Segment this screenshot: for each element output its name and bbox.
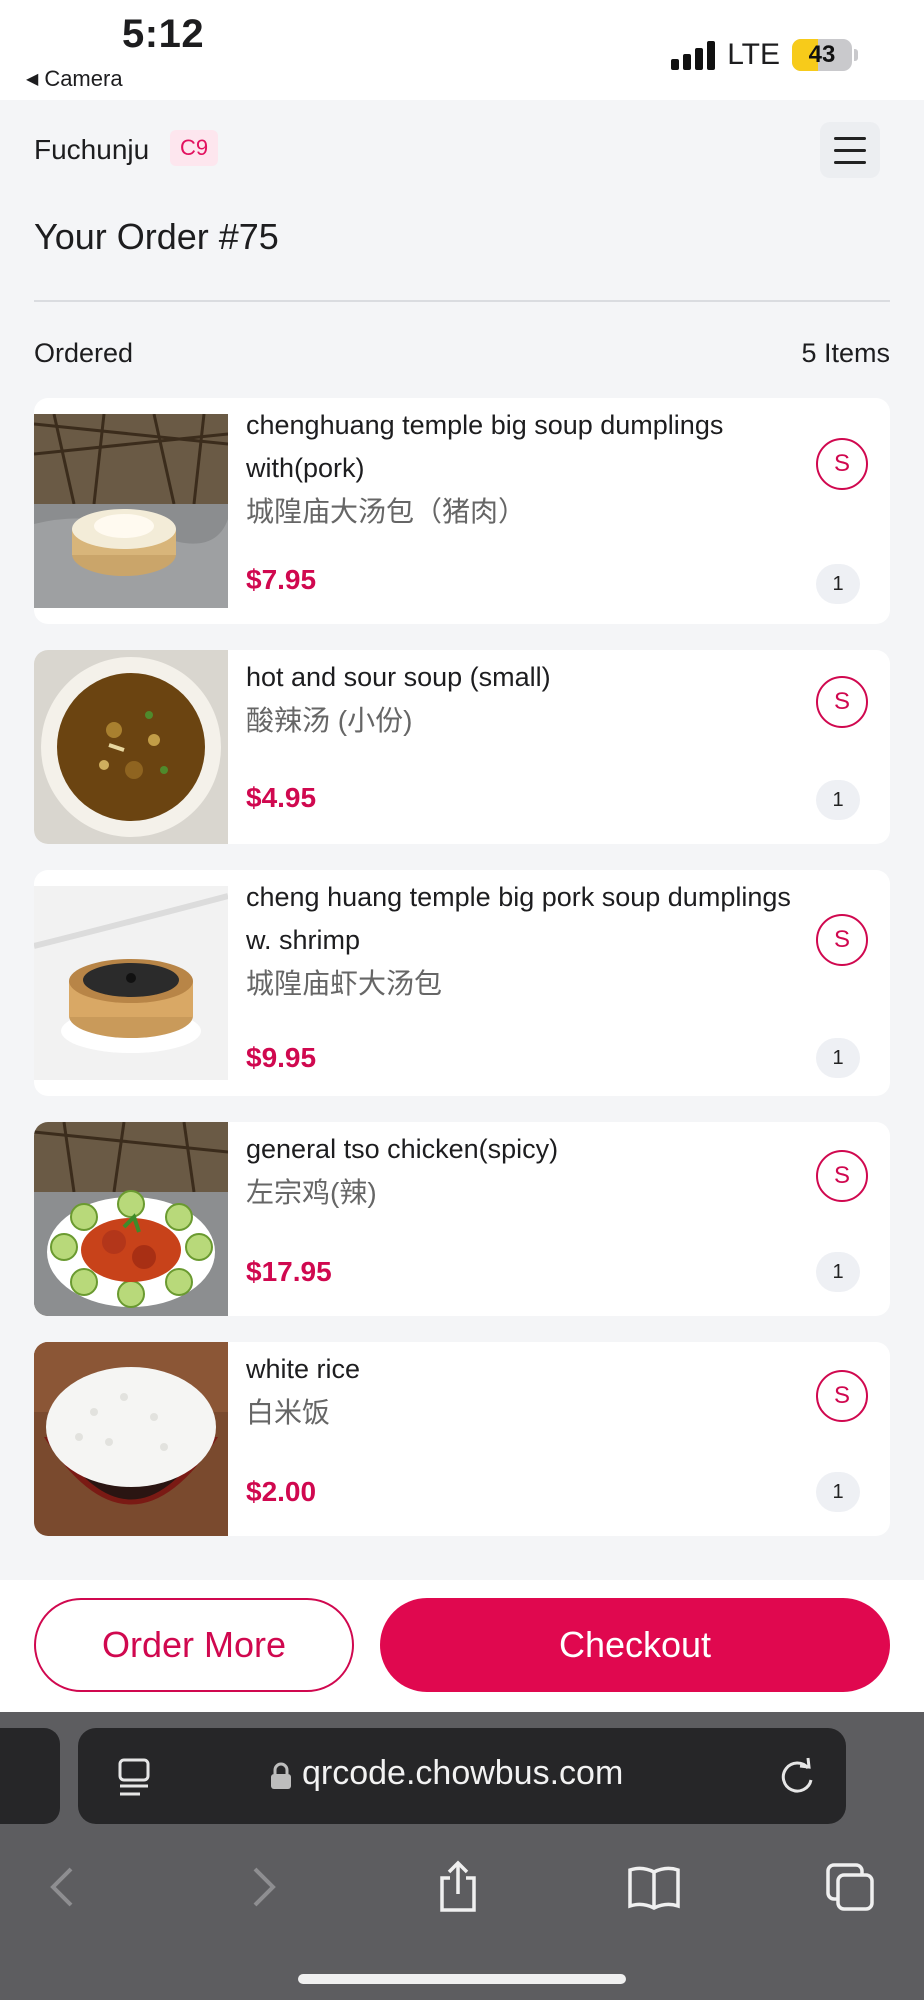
- browser-nav-row: [0, 1842, 924, 1932]
- size-badge: S: [816, 1370, 868, 1422]
- tabs-icon[interactable]: [810, 1842, 890, 1932]
- item-name-chinese: 左宗鸡(辣): [246, 1177, 377, 1208]
- general-tso-chicken-image: [34, 1122, 228, 1316]
- hamburger-menu-button[interactable]: [820, 122, 880, 178]
- battery-icon: 43: [792, 39, 858, 71]
- order-item[interactable]: chenghuang temple big soup dumplings wit…: [34, 398, 890, 624]
- browser-toolbar: qrcode.chowbus.com: [0, 1712, 924, 2000]
- item-info: cheng huang temple big pork soup dumplin…: [246, 876, 796, 1006]
- lock-icon: [270, 1762, 292, 1795]
- item-name-chinese: 酸辣汤 (小份): [246, 705, 413, 736]
- quantity-badge: 1: [816, 564, 860, 604]
- home-indicator[interactable]: [298, 1974, 626, 1984]
- table-badge: C9: [170, 130, 219, 166]
- back-arrow-icon[interactable]: [22, 1842, 102, 1932]
- quantity-badge: 1: [816, 780, 860, 820]
- back-label: Camera: [44, 66, 123, 91]
- signal-icon: [671, 40, 716, 70]
- previous-tab-preview[interactable]: [0, 1728, 60, 1824]
- item-name: general tso chicken(spicy): [246, 1134, 559, 1164]
- item-name: chenghuang temple big soup dumplings wit…: [246, 410, 724, 483]
- size-badge: S: [816, 438, 868, 490]
- item-price: $7.95: [246, 564, 317, 595]
- order-item[interactable]: cheng huang temple big pork soup dumplin…: [34, 870, 890, 1096]
- checkout-button[interactable]: Checkout: [380, 1598, 890, 1692]
- item-price: $17.95: [246, 1256, 332, 1287]
- section-label: Ordered: [34, 338, 134, 368]
- reload-icon[interactable]: [778, 1756, 818, 1801]
- order-more-button[interactable]: Order More: [34, 1598, 354, 1692]
- item-price: $4.95: [246, 782, 317, 813]
- size-badge: S: [816, 676, 868, 728]
- forward-arrow-icon[interactable]: [224, 1842, 304, 1932]
- item-info: general tso chicken(spicy) 左宗鸡(辣): [246, 1128, 796, 1215]
- item-price: $9.95: [246, 1042, 317, 1073]
- page-title: Your Order #75: [34, 216, 279, 257]
- item-name: hot and sour soup (small): [246, 662, 551, 692]
- status-bar: 5:12 ◀ Camera LTE 43: [0, 0, 924, 100]
- address-bar[interactable]: qrcode.chowbus.com: [78, 1728, 846, 1824]
- divider: [34, 300, 890, 302]
- black-soup-dumpling-image: [34, 886, 228, 1080]
- bookmarks-icon[interactable]: [614, 1842, 694, 1932]
- quantity-badge: 1: [816, 1472, 860, 1512]
- order-action-bar: Order More Checkout: [0, 1580, 924, 1712]
- item-name: cheng huang temple big pork soup dumplin…: [246, 882, 791, 955]
- size-badge: S: [816, 914, 868, 966]
- item-price: $2.00: [246, 1476, 317, 1507]
- quantity-badge: 1: [816, 1252, 860, 1292]
- ordered-section-header: Ordered 5 Items: [34, 338, 890, 369]
- item-name-chinese: 城隍庙大汤包（猪肉）: [246, 496, 527, 527]
- item-info: white rice 白米饭: [246, 1348, 796, 1435]
- order-item[interactable]: white rice 白米饭 $2.00 S 1: [34, 1342, 890, 1536]
- battery-level: 43: [808, 41, 836, 68]
- order-item[interactable]: hot and sour soup (small) 酸辣汤 (小份) $4.95…: [34, 650, 890, 844]
- item-name-chinese: 白米饭: [246, 1397, 331, 1428]
- item-info: hot and sour soup (small) 酸辣汤 (小份): [246, 656, 796, 743]
- soup-dumpling-image: [34, 414, 228, 608]
- hot-and-sour-soup-image: [34, 650, 228, 844]
- url-text: qrcode.chowbus.com: [302, 1754, 624, 1792]
- hamburger-icon: [834, 136, 866, 140]
- status-time: 5:12: [122, 12, 205, 56]
- quantity-badge: 1: [816, 1038, 860, 1078]
- page-menu-icon[interactable]: [116, 1758, 152, 1803]
- size-badge: S: [816, 1150, 868, 1202]
- item-name-chinese: 城隍庙虾大汤包: [246, 968, 443, 999]
- restaurant-name: Fuchunju: [34, 134, 150, 165]
- back-to-camera-link[interactable]: ◀ Camera: [26, 66, 123, 92]
- share-icon[interactable]: [418, 1842, 498, 1932]
- status-indicators: LTE 43: [671, 38, 858, 72]
- app-header: Fuchunju C9 Your Order #75: [0, 100, 924, 302]
- order-item[interactable]: general tso chicken(spicy) 左宗鸡(辣) $17.95…: [34, 1122, 890, 1316]
- white-rice-image: [34, 1342, 228, 1536]
- network-label: LTE: [727, 38, 780, 71]
- item-name: white rice: [246, 1354, 361, 1384]
- back-triangle-icon: ◀: [26, 71, 39, 88]
- item-info: chenghuang temple big soup dumplings wit…: [246, 404, 796, 534]
- item-count: 5 Items: [801, 338, 890, 368]
